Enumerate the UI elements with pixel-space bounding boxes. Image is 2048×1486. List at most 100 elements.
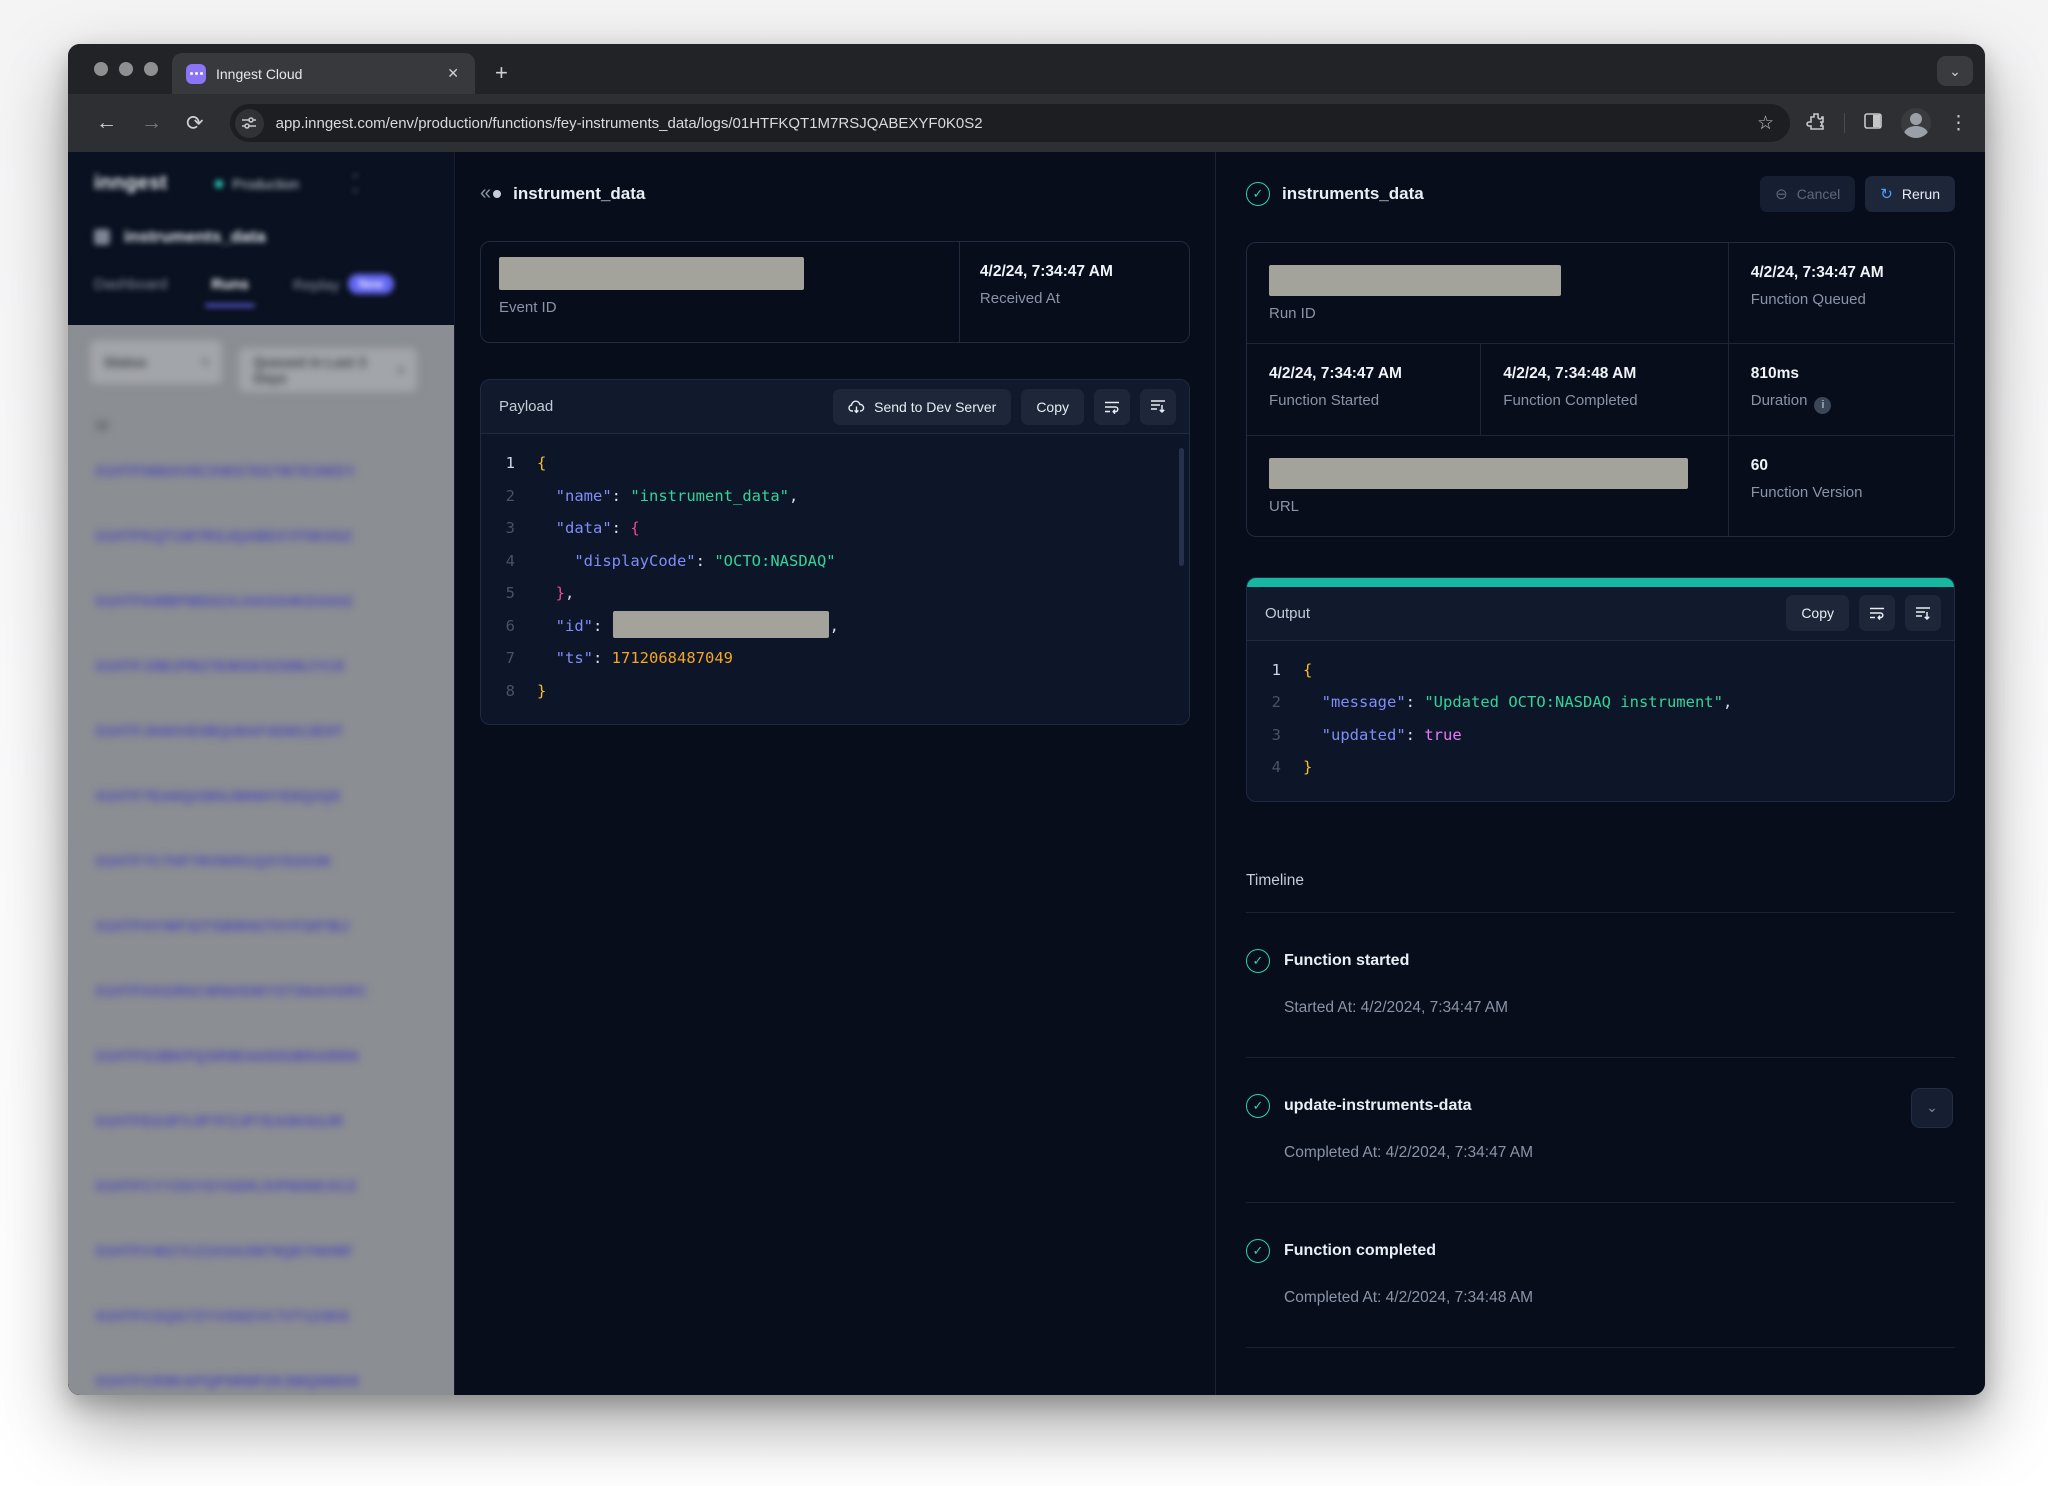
function-started-label: Function Started [1269, 392, 1458, 409]
code-line: 7 "ts": 1712068487049 [481, 642, 1189, 675]
duration-value: 810ms [1751, 365, 1932, 383]
run-id-link[interactable]: 01HTFEG3FVJP7FZJP7EA5KN3JR [96, 1114, 432, 1148]
run-id-link[interactable]: 01HTFG3BKPQSR9E4A93GBRARRN [96, 1049, 432, 1083]
payload-title: Payload [499, 398, 553, 415]
close-window-icon[interactable] [94, 62, 108, 76]
run-id-link[interactable]: 01HTFKQT1M7RSJQABEXYF0K0S2 [96, 529, 432, 563]
expand-lines-button[interactable] [1140, 389, 1176, 425]
site-settings-icon[interactable] [235, 109, 264, 138]
tab-dashboard[interactable]: Dashboard [94, 276, 167, 307]
browser-tab[interactable]: Inngest Cloud ✕ [172, 53, 475, 94]
tab-replay[interactable]: ReplayNew [293, 274, 394, 308]
code-line: 5 }, [481, 577, 1189, 610]
step-success-check-icon [1246, 1239, 1270, 1263]
payload-copy-button[interactable]: Copy [1021, 389, 1084, 425]
toolbar-actions: ⋮ [1806, 108, 1969, 138]
run-details-card: Run ID 4/2/24, 7:34:47 AM Function Queue… [1246, 242, 1955, 537]
run-id-link[interactable]: 01HTFN86XV8CXWS76S7W7E3WDY [96, 464, 432, 498]
send-to-dev-server-button[interactable]: Send to Dev Server [833, 389, 1011, 425]
code-line: 2 "message": "Updated OCTO:NASDAQ instru… [1247, 686, 1954, 719]
wrap-lines-icon [1869, 606, 1885, 620]
new-tab-button[interactable]: + [495, 60, 508, 94]
environment-caret-icon: ⌃⌄ [350, 175, 360, 193]
output-status-bar [1247, 578, 1954, 587]
run-id-link[interactable]: 01HTFCWZ7CZ2X3AZM79QEYNH8F [96, 1244, 432, 1278]
run-id-link[interactable]: 01HTFJ3B1PB27EWGK5Z086JYC8 [96, 659, 432, 693]
inngest-app: inngest Production ⌃⌄ instruments_data D… [68, 152, 1985, 1395]
event-panel: « instrument_data Event ID 4/2/24, 7:34:… [455, 152, 1215, 1395]
browser-tab-bar: Inngest Cloud ✕ + ⌄ [68, 44, 1985, 94]
function-queued-label: Function Queued [1751, 291, 1932, 308]
environment-selector[interactable]: Production ⌃⌄ [215, 175, 360, 193]
timeline-step-title: Function started [1284, 952, 1409, 970]
code-line: 3 "updated": true [1247, 719, 1954, 752]
date-range-filter-dropdown[interactable]: Queued in Last 3 Days▾ [239, 348, 417, 392]
received-at-value: 4/2/24, 7:34:47 AM [980, 263, 1169, 281]
run-title: instruments_data [1282, 184, 1424, 204]
output-card: Output Copy 1{2 "message": "Updated OCTO… [1246, 577, 1955, 802]
function-queued-value: 4/2/24, 7:34:47 AM [1751, 264, 1932, 282]
rerun-button[interactable]: ↻Rerun [1865, 176, 1955, 212]
timeline-item: Function startedStarted At: 4/2/2024, 7:… [1246, 913, 1955, 1058]
url-text[interactable]: app.inngest.com/env/production/functions… [276, 115, 1757, 132]
output-word-wrap-button[interactable] [1859, 595, 1895, 631]
bookmark-star-icon[interactable]: ☆ [1757, 112, 1774, 135]
run-id-link[interactable]: 01HTF7C7HF78VN051Q3YD2S3K [96, 854, 432, 888]
minimize-window-icon[interactable] [119, 62, 133, 76]
profile-avatar[interactable] [1901, 108, 1931, 138]
run-id-link[interactable]: 01HTFCR9KAPQP0R8PZK3MQNMX8 [96, 1374, 432, 1395]
inngest-favicon [186, 64, 206, 84]
function-completed-value: 4/2/24, 7:34:48 AM [1503, 365, 1705, 383]
expand-step-button[interactable]: ⌄ [1911, 1088, 1953, 1128]
function-started-value: 4/2/24, 7:34:47 AM [1269, 365, 1458, 383]
timeline-title: Timeline [1246, 872, 1955, 913]
code-line: 4 "displayCode": "OCTO:NASDAQ" [481, 545, 1189, 578]
run-id-link[interactable]: 01HTFCSQG7ZYVXNZVC7VT1Z4K6 [96, 1309, 432, 1343]
run-id-link[interactable]: 01HTFHXGR0CWNHSWYST3NAVGRC [96, 984, 432, 1018]
sort-down-icon [1915, 606, 1931, 621]
run-success-check-icon [1246, 182, 1270, 206]
word-wrap-button[interactable] [1094, 389, 1130, 425]
zoom-window-icon[interactable] [144, 62, 158, 76]
url-bar[interactable]: app.inngest.com/env/production/functions… [230, 104, 1790, 142]
redacted-value [613, 611, 829, 638]
cloud-download-icon [848, 400, 865, 414]
tab-runs[interactable]: Runs [211, 276, 249, 307]
wrap-lines-icon [1104, 400, 1120, 414]
code-line: 3 "data": { [481, 512, 1189, 545]
run-id-link[interactable]: 01HTFCYYZGYGYGDKJVP82NKXCZ [96, 1179, 432, 1213]
output-code: 1{2 "message": "Updated OCTO:NASDAQ inst… [1247, 641, 1954, 801]
tab-search-button[interactable]: ⌄ [1937, 56, 1973, 86]
run-id-link[interactable]: 01HTFHYWF32TSB9HGT0YFS8TBJ [96, 919, 432, 953]
browser-menu-icon[interactable]: ⋮ [1949, 112, 1969, 135]
extensions-icon[interactable] [1806, 111, 1826, 136]
code-scrollbar[interactable] [1179, 448, 1184, 566]
info-icon[interactable]: i [1814, 397, 1831, 414]
side-panel-icon[interactable] [1863, 111, 1883, 136]
inngest-logo[interactable]: inngest [94, 172, 167, 195]
payload-code: 1{2 "name": "instrument_data",3 "data": … [481, 434, 1189, 724]
reload-icon[interactable]: ⟳ [186, 111, 204, 136]
run-panel: instruments_data ⊖Cancel ↻Rerun Run ID 4… [1215, 152, 1985, 1395]
run-id-link[interactable]: 01HTFJ94HVE0BQ48AF4DM13E9T [96, 724, 432, 758]
window-controls[interactable] [94, 62, 158, 76]
function-icon [94, 229, 110, 245]
back-icon[interactable]: ← [96, 111, 117, 135]
timeline-step-timestamp: Completed At: 4/2/2024, 7:34:47 AM [1284, 1144, 1955, 1162]
output-copy-button[interactable]: Copy [1786, 595, 1849, 631]
cancel-icon: ⊖ [1775, 185, 1788, 203]
forward-icon[interactable]: → [141, 111, 162, 135]
close-tab-icon[interactable]: ✕ [443, 63, 463, 84]
function-completed-label: Function Completed [1503, 392, 1705, 409]
output-expand-lines-button[interactable] [1905, 595, 1941, 631]
run-id-link[interactable]: 01HTF7EA6Q238SJWNHYE8Q2Q5 [96, 789, 432, 823]
event-id-label: Event ID [499, 299, 941, 316]
chevron-down-icon: ▾ [398, 364, 404, 377]
environment-status-dot [215, 180, 223, 188]
code-line: 1{ [1247, 654, 1954, 687]
run-id-redacted-value [1269, 265, 1561, 296]
run-id-link[interactable]: 01HTFKMBPMD0ZAJ4AG04KD3A02 [96, 594, 432, 628]
cancel-button[interactable]: ⊖Cancel [1760, 176, 1855, 212]
duration-label: Duration [1751, 392, 1808, 409]
status-filter-dropdown[interactable]: Status▾ [90, 340, 222, 384]
